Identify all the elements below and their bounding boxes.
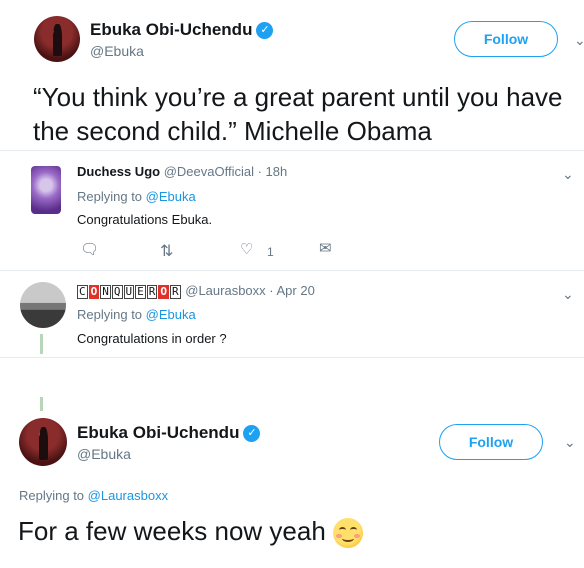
main-tweet-avatar[interactable] xyxy=(34,16,80,62)
reply-text: Congratulations Ebuka. xyxy=(77,212,213,227)
reply-header: Duchess Ugo @DeevaOfficial · 18h xyxy=(77,164,287,179)
chevron-down-icon[interactable]: ⌄ xyxy=(562,166,574,183)
name-letter: E xyxy=(135,285,146,299)
name-letter: N xyxy=(100,285,111,299)
reply-author-name[interactable]: CONQUEROR xyxy=(77,283,185,299)
like-count: 1 xyxy=(267,245,274,259)
thread-connector xyxy=(40,397,43,411)
heart-icon[interactable]: ♡ xyxy=(240,240,253,258)
replying-to-link[interactable]: @Ebuka xyxy=(146,189,196,204)
reply-avatar[interactable] xyxy=(20,282,66,328)
replying-prefix: Replying to xyxy=(77,307,143,322)
replying-prefix: Replying to xyxy=(19,488,85,503)
author-handle[interactable]: @Ebuka xyxy=(77,446,131,462)
divider xyxy=(0,270,584,271)
reply-time[interactable]: · 18h xyxy=(258,164,288,179)
divider xyxy=(0,357,584,358)
replying-to: Replying to @Laurasboxx xyxy=(19,488,168,503)
thread-connector xyxy=(40,334,43,354)
focus-tweet-text-row: For a few weeks now yeah xyxy=(18,515,364,549)
reply-author-handle[interactable]: @DeevaOfficial xyxy=(164,164,254,179)
follow-button[interactable]: Follow xyxy=(454,21,558,57)
focus-tweet-text: For a few weeks now yeah xyxy=(18,516,326,546)
envelope-icon[interactable]: ✉ xyxy=(319,239,332,257)
author-name[interactable]: Ebuka Obi-Uchendu xyxy=(77,423,239,442)
focus-tweet-author[interactable]: Ebuka Obi-Uchendu ✓ xyxy=(77,423,261,443)
reply-author-handle[interactable]: @Laurasboxx xyxy=(185,283,265,298)
reply-header: CONQUEROR @Laurasboxx · Apr 20 xyxy=(77,283,315,299)
chevron-down-icon[interactable]: ⌄ xyxy=(574,32,584,49)
focus-tweet-avatar[interactable] xyxy=(19,418,67,466)
divider xyxy=(0,150,584,151)
verified-check-icon: ✓ xyxy=(243,425,261,443)
chevron-down-icon[interactable]: ⌄ xyxy=(562,286,574,303)
name-letter: C xyxy=(77,285,88,299)
author-handle[interactable]: @Ebuka xyxy=(90,43,144,59)
replying-to-link[interactable]: @Ebuka xyxy=(146,307,196,322)
smiling-face-emoji xyxy=(333,518,364,549)
reply-icon[interactable]: 🗨 xyxy=(80,240,99,258)
replying-to: Replying to @Ebuka xyxy=(77,189,196,204)
retweet-icon[interactable]: ⇅ xyxy=(160,241,173,261)
replying-prefix: Replying to xyxy=(77,189,143,204)
verified-check-icon: ✓ xyxy=(256,22,274,40)
name-letter: Q xyxy=(111,285,123,299)
reply-text: Congratulations in order ? xyxy=(77,331,227,346)
replying-to-link[interactable]: @Laurasboxx xyxy=(88,488,168,503)
name-letter: U xyxy=(123,285,135,299)
name-letter: R xyxy=(170,285,181,299)
chevron-down-icon[interactable]: ⌄ xyxy=(564,434,576,451)
main-tweet-text: “You think you’re a great parent until y… xyxy=(33,82,563,146)
name-letter: O xyxy=(88,285,100,299)
replying-to: Replying to @Ebuka xyxy=(77,307,196,322)
name-letter: O xyxy=(158,285,169,299)
name-letter: R xyxy=(146,285,158,299)
follow-button[interactable]: Follow xyxy=(439,424,543,460)
reply-avatar[interactable] xyxy=(31,166,61,214)
reply-author-name[interactable]: Duchess Ugo xyxy=(77,164,160,179)
reply-time[interactable]: · Apr 20 xyxy=(269,283,315,298)
main-tweet-author[interactable]: Ebuka Obi-Uchendu ✓ xyxy=(90,20,274,40)
author-name[interactable]: Ebuka Obi-Uchendu xyxy=(90,20,252,39)
